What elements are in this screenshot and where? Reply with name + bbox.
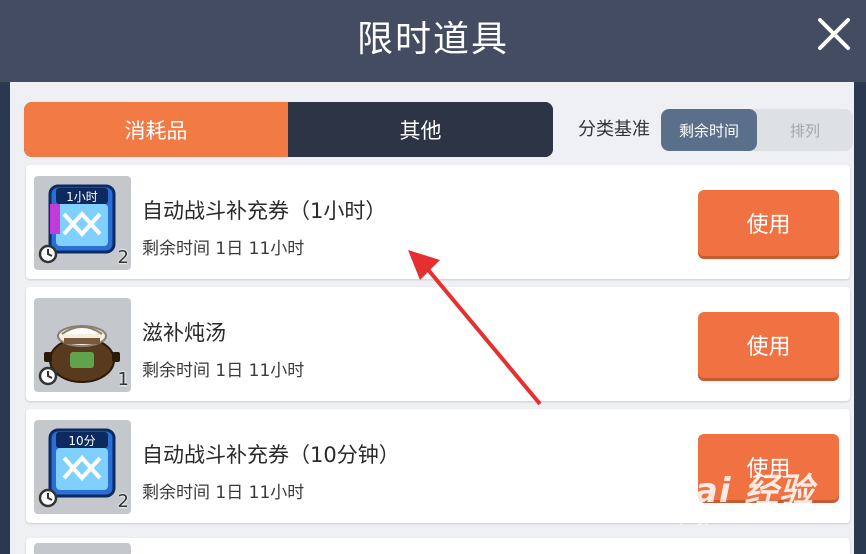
use-button[interactable]: 使用 <box>698 434 839 500</box>
item-quantity: 1 <box>117 369 129 390</box>
use-button[interactable]: 使用 <box>698 312 839 378</box>
clock-icon <box>38 244 58 264</box>
item-remaining-time: 剩余时间 1日 11小时 <box>142 239 305 259</box>
sort-option-remaining-time[interactable]: 剩余时间 <box>661 109 757 151</box>
item-quantity: 2 <box>117 491 129 512</box>
close-button[interactable] <box>812 12 856 56</box>
dialog-title: 限时道具 <box>356 19 509 60</box>
item-icon-slot <box>34 543 131 554</box>
item-remaining-time: 剩余时间 1日 11小时 <box>142 361 305 381</box>
list-item: 1 滋补炖汤 剩余时间 1日 11小时 使用 <box>26 287 850 401</box>
category-tabs: 消耗品 其他 <box>24 102 553 157</box>
item-name: 自动战斗补充券（1小时） <box>142 199 387 223</box>
item-icon-slot: 10分 2 <box>34 420 131 514</box>
item-name: 自动战斗补充券（10分钟） <box>142 443 400 467</box>
close-icon <box>818 18 850 50</box>
item-name: 滋补炖汤 <box>142 321 226 345</box>
item-icon-slot: 1小时 2 <box>34 176 131 270</box>
background-edge-left <box>0 0 10 554</box>
sort-toggle: 剩余时间 排列 <box>661 109 853 151</box>
use-button[interactable]: 使用 <box>698 190 839 256</box>
list-item: 10分 2 自动战斗补充券（10分钟） 剩余时间 1日 11小时 使用 <box>26 409 850 523</box>
item-quantity: 2 <box>117 247 129 268</box>
background-edge-right <box>854 0 866 554</box>
clock-icon <box>38 366 58 386</box>
ticket-badge-text: 1小时 <box>66 190 98 204</box>
tab-other[interactable]: 其他 <box>288 102 553 157</box>
sort-option-order[interactable]: 排列 <box>757 109 853 151</box>
ticket-badge-text: 10分 <box>68 434 95 448</box>
clock-icon <box>38 488 58 508</box>
dialog-header: 限时道具 <box>0 0 866 82</box>
sort-label: 分类基准 <box>578 119 650 140</box>
list-item-partial <box>26 538 850 554</box>
item-remaining-time: 剩余时间 1日 11小时 <box>142 483 305 503</box>
tab-consumables[interactable]: 消耗品 <box>24 102 288 157</box>
list-item: 1小时 2 自动战斗补充券（1小时） 剩余时间 1日 11小时 使用 <box>26 165 850 279</box>
item-icon-slot: 1 <box>34 298 131 392</box>
